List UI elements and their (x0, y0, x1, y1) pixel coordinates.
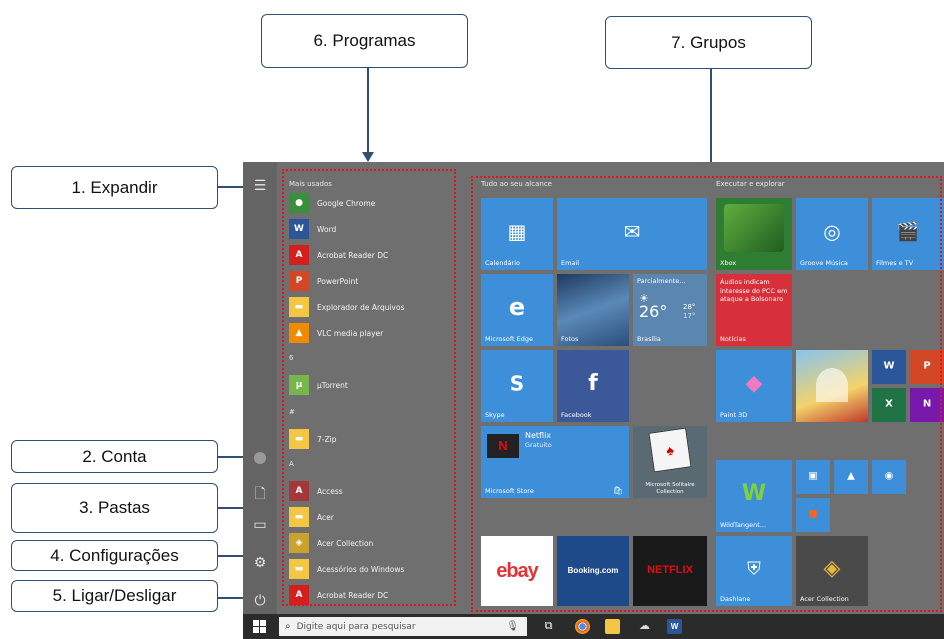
callout-ligar-desligar: 5. Ligar/Desligar (11, 580, 218, 612)
arrow-conta (218, 456, 244, 458)
callout-grupos: 7. Grupos (605, 16, 812, 69)
search-icon: ⌕ (285, 621, 291, 632)
chrome-icon[interactable] (575, 619, 590, 634)
arrow-grupos (710, 69, 712, 167)
highlight-grupos (471, 176, 942, 612)
arrow-programas (367, 68, 369, 156)
word-taskbar-icon[interactable]: W (667, 619, 682, 634)
power-icon[interactable]: ⏻ (251, 592, 269, 610)
callout-expandir: 1. Expandir (11, 166, 218, 209)
account-icon[interactable] (251, 449, 269, 467)
taskbar: ⌕ Digite aqui para pesquisar 🎙 ⧉ ☁ W (243, 614, 944, 639)
callout-programas: 6. Programas (261, 14, 468, 68)
arrow-ligar (218, 597, 244, 599)
highlight-programas (282, 169, 456, 606)
windows-start-icon[interactable] (253, 620, 266, 633)
file-explorer-icon[interactable] (605, 619, 620, 634)
hamburger-icon[interactable]: ☰ (251, 177, 269, 195)
callout-conta: 2. Conta (11, 440, 218, 473)
gear-icon[interactable]: ⚙ (251, 554, 269, 572)
arrow-configuracoes (218, 555, 244, 557)
arrow-pastas (218, 507, 244, 509)
arrowhead-programas (362, 152, 374, 162)
task-view-icon[interactable]: ⧉ (541, 619, 556, 634)
pictures-icon[interactable]: ▭ (251, 516, 269, 534)
search-box[interactable]: ⌕ Digite aqui para pesquisar 🎙 (279, 617, 527, 636)
start-rail: ☰ 🗋 ▭ ⚙ ⏻ (243, 162, 277, 614)
start-menu: ☰ 🗋 ▭ ⚙ ⏻ Mais usados ● Google Chrome W Wor… (243, 162, 944, 614)
callout-pastas: 3. Pastas (11, 483, 218, 533)
arrow-expandir (218, 186, 244, 188)
weather-app-icon[interactable]: ☁ (637, 619, 652, 634)
microphone-icon[interactable]: 🎙 (506, 621, 519, 632)
search-placeholder: Digite aqui para pesquisar (296, 621, 416, 632)
callout-configuracoes: 4. Configurações (11, 540, 218, 571)
documents-icon[interactable]: 🗋 (251, 485, 269, 503)
